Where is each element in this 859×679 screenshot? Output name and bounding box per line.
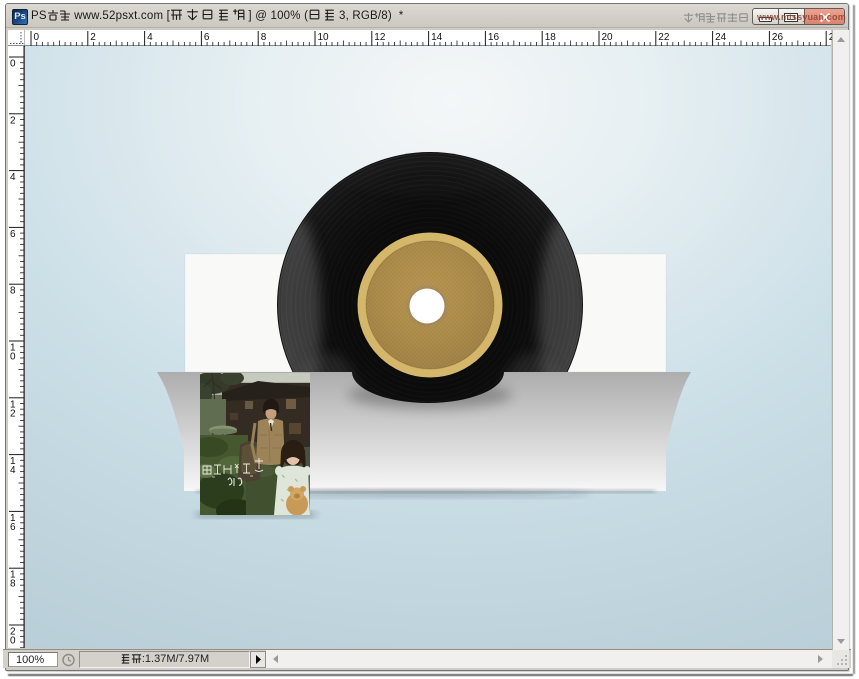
svg-text:24: 24 — [715, 32, 727, 43]
svg-text:20: 20 — [602, 32, 614, 43]
svg-text:16: 16 — [488, 32, 500, 43]
svg-text:2: 2 — [10, 408, 16, 419]
svg-text:8: 8 — [10, 286, 16, 297]
svg-text:2: 2 — [90, 32, 96, 43]
svg-text:10: 10 — [318, 32, 330, 43]
svg-text:2: 2 — [10, 115, 16, 126]
svg-text:4: 4 — [10, 172, 16, 183]
svg-text:8: 8 — [261, 32, 267, 43]
svg-text:26: 26 — [772, 32, 784, 43]
svg-text:18: 18 — [545, 32, 557, 43]
svg-text:14: 14 — [431, 32, 443, 43]
svg-text:6: 6 — [10, 522, 16, 533]
svg-text:6: 6 — [204, 32, 210, 43]
svg-text:4: 4 — [10, 465, 16, 476]
svg-text:12: 12 — [374, 32, 386, 43]
svg-text:0: 0 — [10, 352, 16, 363]
svg-text:6: 6 — [10, 229, 16, 240]
svg-text:0: 0 — [34, 32, 40, 43]
svg-text:0: 0 — [10, 636, 16, 647]
svg-text:0: 0 — [10, 59, 16, 70]
svg-text:4: 4 — [147, 32, 153, 43]
svg-text:22: 22 — [658, 32, 670, 43]
svg-text:8: 8 — [10, 579, 16, 590]
